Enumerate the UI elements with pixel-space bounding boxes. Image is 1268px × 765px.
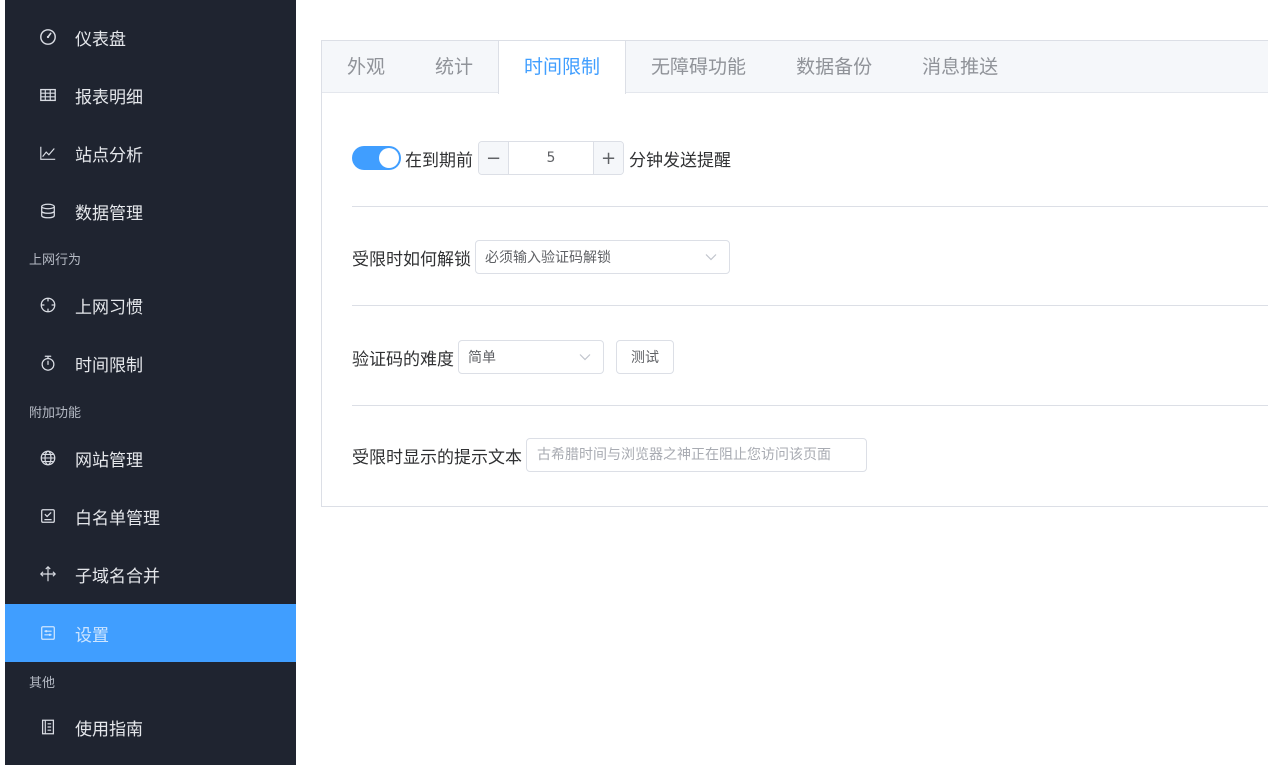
sidebar-item-label: 站点分析 [75,145,143,166]
increase-button[interactable]: + [593,142,623,174]
sidebar-item-browsing-habits[interactable]: 上网习惯 [5,276,296,334]
sidebar-item-time-limit[interactable]: 时间限制 [5,334,296,392]
sidebar-item-label: 数据管理 [75,203,143,224]
prompt-text-input[interactable] [526,438,867,472]
reminder-row: 在到期前 − 5 + 分钟发送提醒 [352,141,731,175]
sidebar-item-whitelist[interactable]: 白名单管理 [5,487,296,545]
sidebar-item-data-management[interactable]: 数据管理 [5,182,296,240]
unlock-method-select[interactable]: 必须输入验证码解锁 [475,240,730,274]
sidebar-group-label: 上网行为 [29,253,82,268]
chevron-down-icon [705,253,717,261]
sidebar-item-label: 子域名合并 [75,566,160,587]
decrease-button[interactable]: − [479,142,509,174]
unlock-method-label: 受限时如何解锁 [352,249,471,270]
sidebar-item-label: 上网习惯 [75,297,143,318]
reminder-suffix-label: 分钟发送提醒 [629,150,731,171]
sidebar: 仪表盘 报表明细 站点分析 数据管理 上网行为 上网习惯 时间限制 附加功能 网… [5,0,296,765]
sidebar-item-site-analysis[interactable]: 站点分析 [5,124,296,182]
sidebar-item-label: 网站管理 [75,450,143,471]
divider [352,206,1268,207]
difficulty-value: 简单 [468,350,496,366]
divider [352,305,1268,306]
dashboard-icon [38,27,58,47]
checklist-icon [38,506,58,526]
globe-icon [38,448,58,468]
sidebar-item-subdomain-merge[interactable]: 子域名合并 [5,545,296,603]
table-icon [38,85,58,105]
tab-accessibility[interactable]: 无障碍功能 [626,41,771,93]
prompt-row: 受限时显示的提示文本 [352,438,867,472]
sidebar-item-report-details[interactable]: 报表明细 [5,66,296,124]
sidebar-item-dashboard[interactable]: 仪表盘 [5,8,296,66]
reminder-prefix-label: 在到期前 [405,150,473,171]
stopwatch-icon [38,353,58,373]
minutes-value[interactable]: 5 [509,142,593,174]
difficulty-select[interactable]: 简单 [458,340,604,374]
sidebar-item-settings[interactable]: 设置 [5,604,296,662]
document-icon [38,717,58,737]
tab-time-limit[interactable]: 时间限制 [498,41,627,94]
unlock-method-value: 必须输入验证码解锁 [485,250,611,266]
tab-appearance[interactable]: 外观 [322,41,410,93]
chevron-down-icon [579,353,591,361]
minutes-stepper: − 5 + [478,141,624,175]
line-chart-icon [38,143,58,163]
difficulty-label: 验证码的难度 [352,349,454,370]
unlock-row: 受限时如何解锁 必须输入验证码解锁 [352,240,730,274]
sidebar-item-label: 白名单管理 [75,508,160,529]
tab-data-backup[interactable]: 数据备份 [771,41,897,93]
prompt-text-label: 受限时显示的提示文本 [352,447,522,468]
settings-tabs: 外观 统计 时间限制 无障碍功能 数据备份 消息推送 [322,41,1268,94]
reminder-toggle[interactable] [352,146,401,170]
sidebar-item-label: 报表明细 [75,87,143,108]
test-button[interactable]: 测试 [616,340,674,374]
database-icon [38,201,58,221]
sidebar-item-user-guide[interactable]: 使用指南 [5,698,296,756]
toggle-knob [379,148,399,168]
crosshair-icon [38,295,58,315]
sidebar-item-label: 时间限制 [75,355,143,376]
sidebar-item-label: 仪表盘 [75,29,126,50]
sidebar-item-label: 设置 [75,625,109,646]
sidebar-group-label: 其他 [29,676,56,691]
tab-statistics[interactable]: 统计 [410,41,498,93]
sidebar-item-label: 使用指南 [75,719,143,740]
sidebar-group-label: 附加功能 [29,406,82,421]
settings-panel-icon [38,623,58,643]
merge-arrows-icon [38,564,58,584]
sidebar-item-site-management[interactable]: 网站管理 [5,429,296,487]
divider [352,405,1268,406]
tab-notifications[interactable]: 消息推送 [897,41,1023,93]
settings-panel: 外观 统计 时间限制 无障碍功能 数据备份 消息推送 在到期前 − 5 + 分钟… [321,40,1268,507]
difficulty-row: 验证码的难度 简单 测试 [352,340,674,374]
